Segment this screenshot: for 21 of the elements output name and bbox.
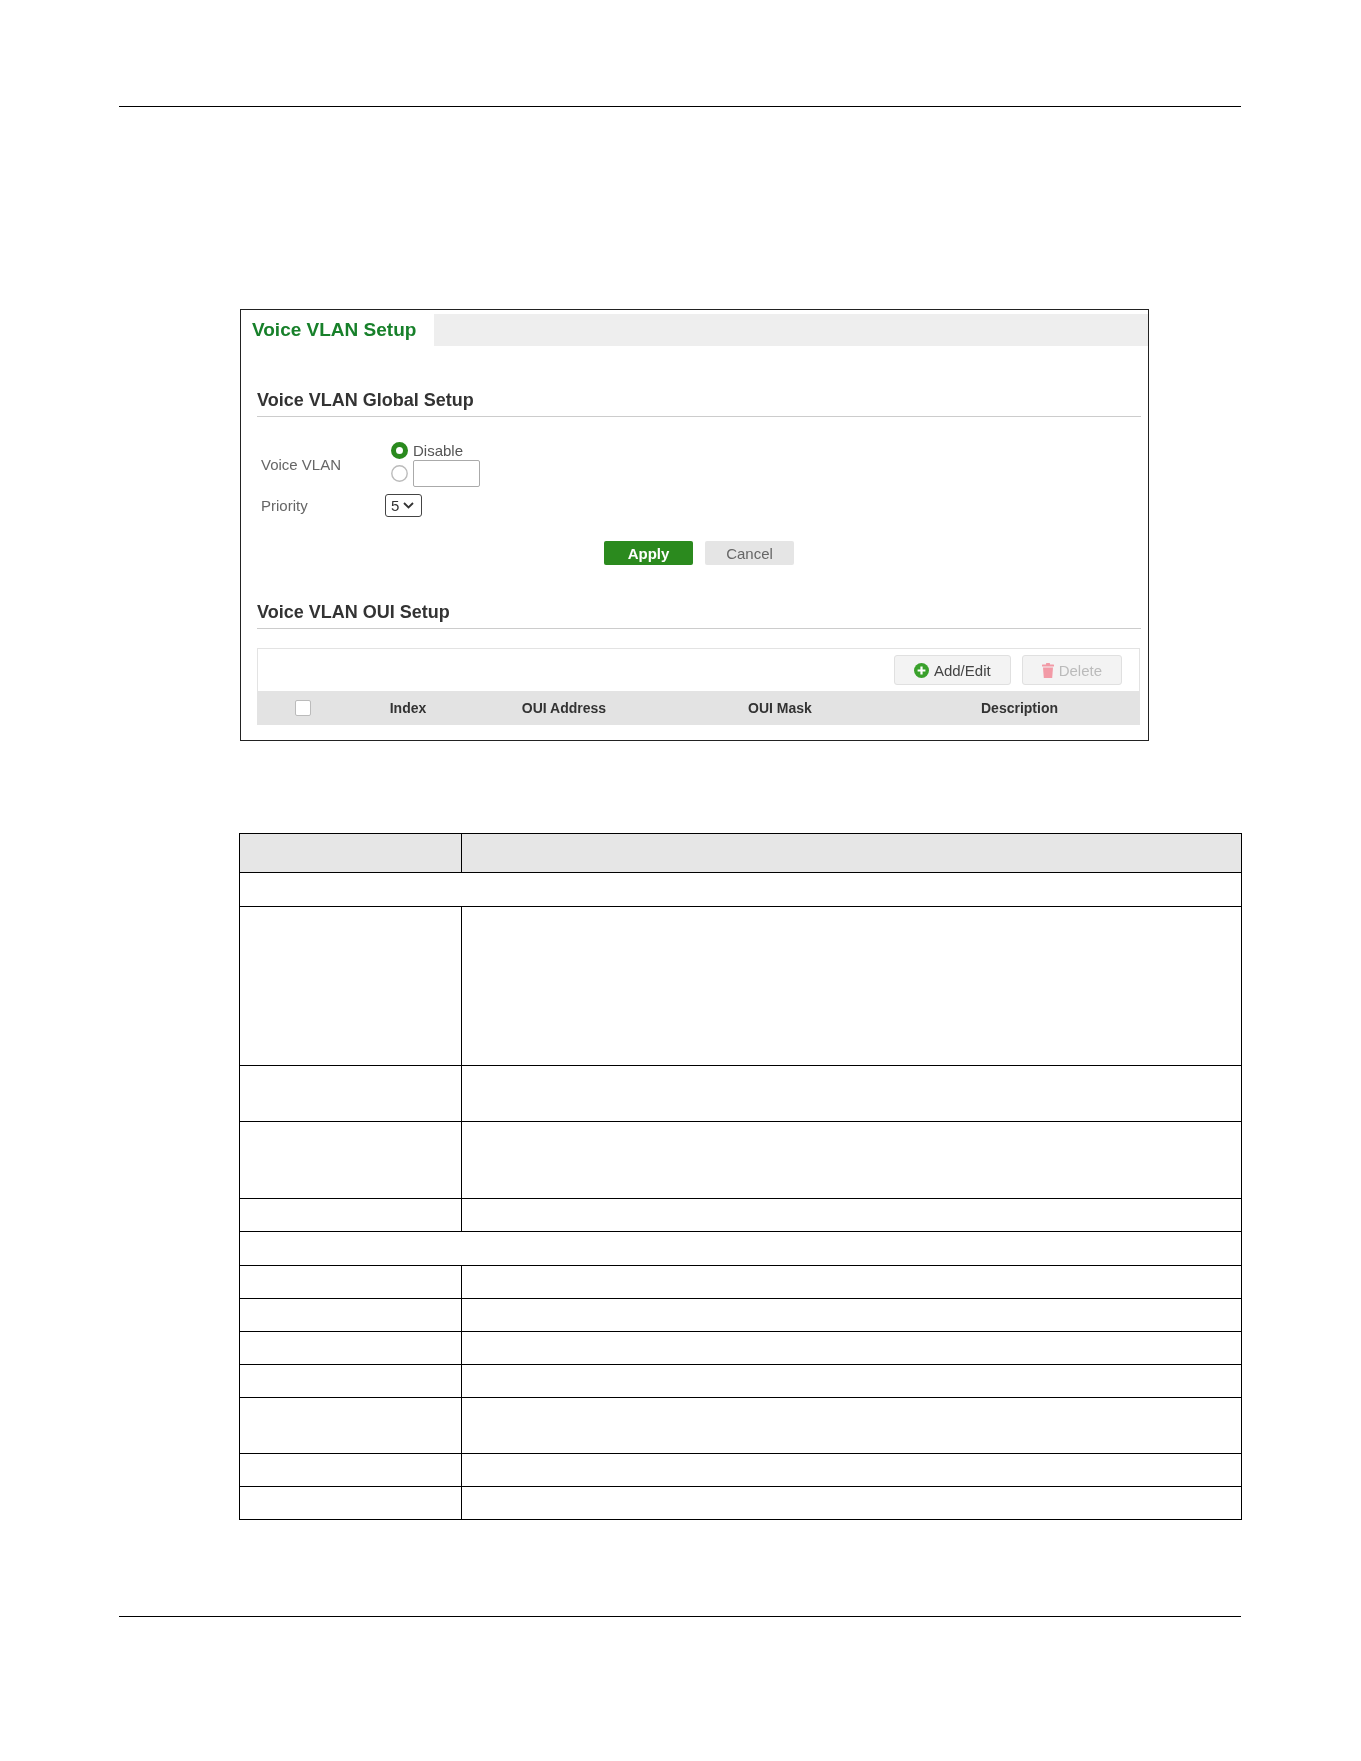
column-header: Index xyxy=(389,699,427,716)
column-header: OUI Address xyxy=(521,699,607,716)
plus-circle-icon xyxy=(913,662,929,678)
chevron-down-icon xyxy=(403,502,415,509)
field-label: Priority xyxy=(261,497,308,514)
add-edit-button[interactable]: Add/Edit xyxy=(893,655,1011,685)
trash-icon xyxy=(1041,662,1054,678)
field-label: Voice VLAN xyxy=(261,455,342,473)
radio-label: Disable xyxy=(413,442,464,459)
tab[interactable]: Voice VLAN Setup xyxy=(241,314,434,346)
vlan-id-input[interactable] xyxy=(413,460,480,487)
section-heading: Voice VLAN OUI Setup xyxy=(257,601,1141,629)
select-all-checkbox[interactable] xyxy=(295,699,311,716)
column-header: Description xyxy=(981,699,1058,716)
cancel-button[interactable]: Cancel xyxy=(705,541,794,565)
section-heading: Voice VLAN Global Setup xyxy=(257,389,1141,417)
column-header: OUI Mask xyxy=(748,699,812,716)
priority-select[interactable]: 5 xyxy=(385,494,422,517)
apply-button[interactable]: Apply xyxy=(604,541,693,565)
radio-unselected-icon[interactable] xyxy=(391,465,408,482)
radio-selected-icon[interactable] xyxy=(391,442,408,459)
